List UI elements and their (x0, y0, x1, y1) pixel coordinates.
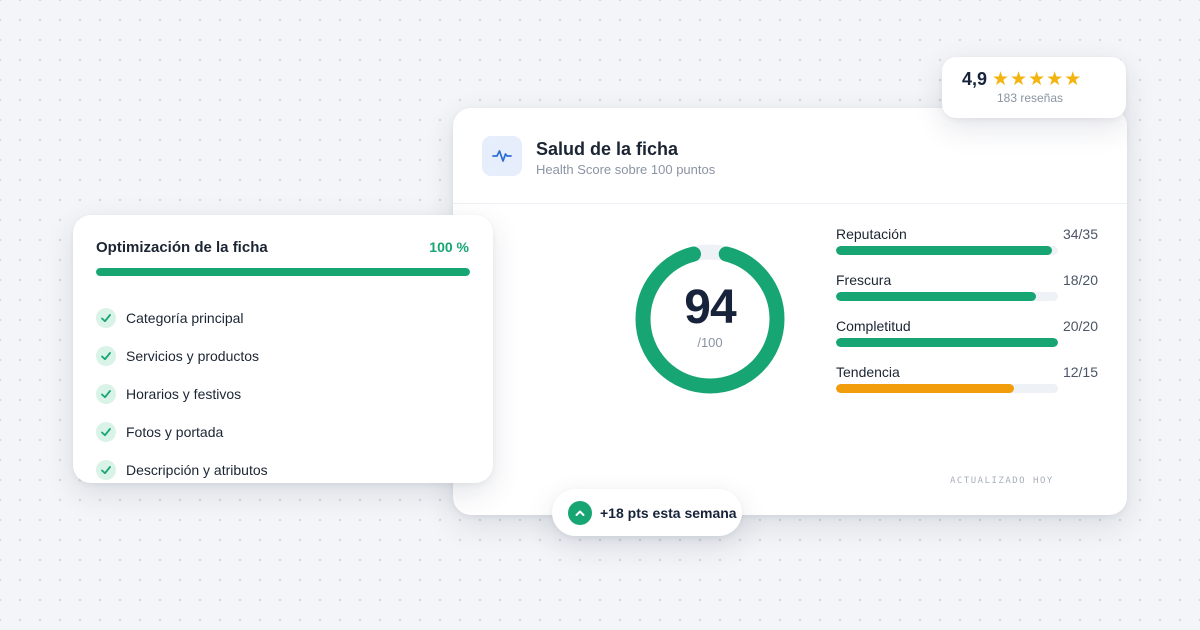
optimization-percent: 100 % (429, 239, 469, 255)
optimization-progress-fill (96, 268, 470, 276)
metric-progress-fill (836, 292, 1036, 301)
star-icon: ★ (1064, 68, 1082, 90)
score-max: /100 (697, 335, 723, 350)
metric-value: 12/15 (1062, 364, 1098, 380)
review-count: 183 reseñas (996, 91, 1064, 105)
metric-label: Tendencia (836, 364, 900, 380)
metric-label: Reputación (836, 226, 907, 242)
weekly-trend-label: +18 pts esta semana (600, 504, 737, 521)
metric-progress-fill (836, 246, 1052, 255)
health-card-header: Salud de la ficha Health Score sobre 100… (453, 108, 1127, 204)
optimization-checklist: Categoría principal Servicios y producto… (96, 299, 268, 489)
chevron-up-icon (568, 500, 592, 525)
checklist-item: Descripción y atributos (96, 451, 268, 489)
optimization-title: Optimización de la ficha (96, 239, 268, 256)
checklist-item-label: Fotos y portada (126, 424, 224, 440)
pulse-icon (482, 136, 522, 176)
health-score-card: Salud de la ficha Health Score sobre 100… (453, 108, 1127, 515)
metric-progress-track (836, 338, 1058, 347)
metric-label: Frescura (836, 272, 892, 288)
updated-label: ACTUALIZADO HOY (950, 476, 1054, 486)
star-icon: ★ (1010, 68, 1028, 90)
score-value: 94 (684, 281, 736, 334)
metric-value: 20/20 (1062, 318, 1098, 334)
checklist-item-label: Horarios y festivos (126, 386, 242, 402)
check-icon (96, 384, 116, 404)
metric-tendencia: Tendencia 12/15 (836, 364, 1098, 404)
check-icon (96, 422, 116, 442)
checklist-item: Horarios y festivos (96, 375, 268, 413)
check-icon (96, 308, 116, 328)
optimization-progress-track (96, 268, 470, 276)
metric-value: 18/20 (1062, 272, 1098, 288)
metric-progress-track (836, 292, 1058, 301)
checklist-item: Fotos y portada (96, 413, 268, 451)
check-icon (96, 346, 116, 366)
metric-progress-fill (836, 384, 1014, 393)
metric-progress-fill (836, 338, 1058, 347)
health-card-subtitle: Health Score sobre 100 puntos (536, 162, 716, 177)
rating-stars: ★ ★ ★ ★ ★ (992, 68, 1081, 90)
metric-progress-track (836, 246, 1058, 255)
metric-label: Completitud (836, 318, 911, 334)
checklist-item: Servicios y productos (96, 337, 268, 375)
check-icon (96, 460, 116, 480)
checklist-item: Categoría principal (96, 299, 268, 337)
star-icon: ★ (1028, 68, 1046, 90)
star-icon: ★ (992, 68, 1010, 90)
metric-completitud: Completitud 20/20 (836, 318, 1098, 358)
health-card-title: Salud de la ficha (536, 139, 679, 159)
checklist-item-label: Categoría principal (126, 310, 244, 326)
rating-card: 4,9 ★ ★ ★ ★ ★ 183 reseñas (942, 57, 1126, 118)
optimization-card: Optimización de la ficha 100 % Categoría… (73, 215, 493, 483)
metric-frescura: Frescura 18/20 (836, 272, 1098, 312)
checklist-item-label: Servicios y productos (126, 348, 260, 364)
metric-value: 34/35 (1062, 226, 1098, 242)
weekly-trend-badge: +18 pts esta semana (552, 489, 742, 536)
metric-reputacion: Reputación 34/35 (836, 226, 1098, 266)
checklist-item-label: Descripción y atributos (126, 462, 268, 478)
metric-progress-track (836, 384, 1058, 393)
star-icon: ★ (1046, 68, 1064, 90)
rating-value: 4,9 (962, 69, 988, 89)
